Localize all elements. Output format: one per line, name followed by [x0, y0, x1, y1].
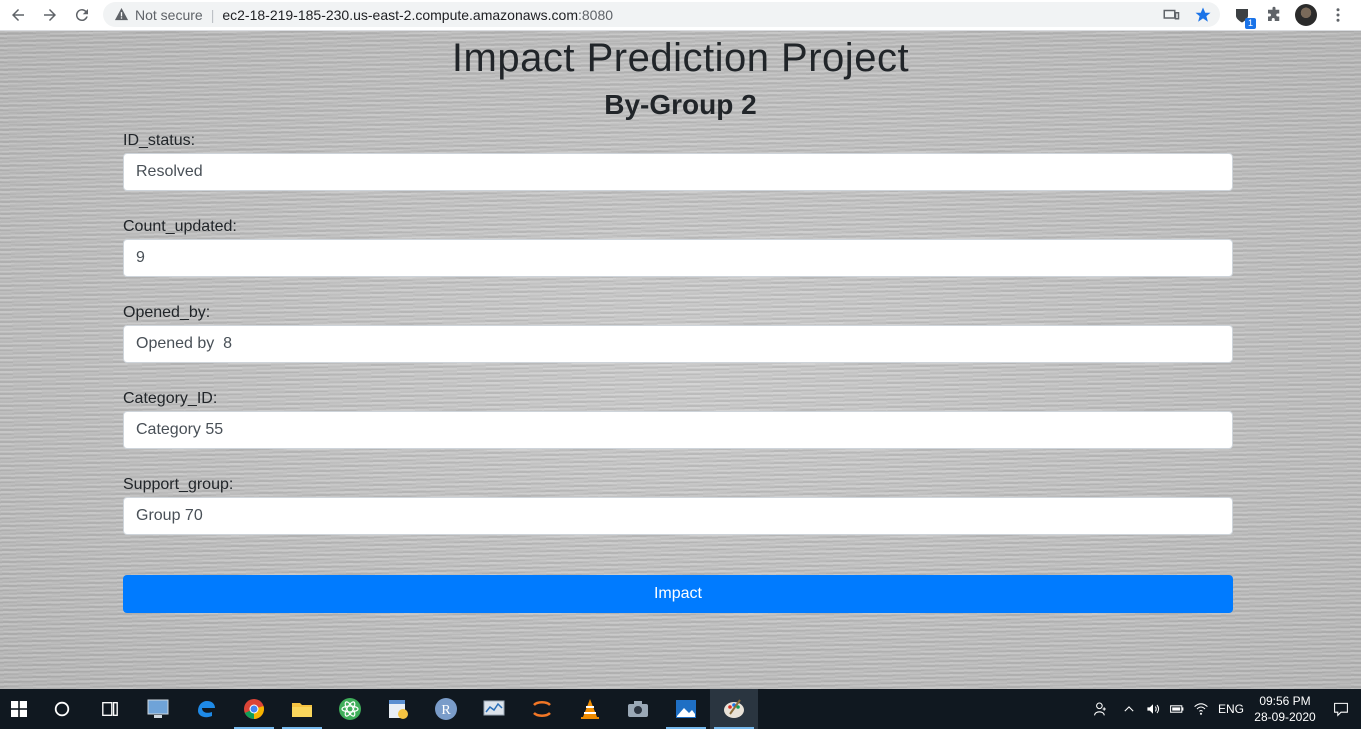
- paint-palette-icon: [724, 699, 744, 718]
- url-host: ec2-18-219-185-230.us-east-2.compute.ama…: [222, 6, 578, 23]
- page-body: Impact Prediction Project By-Group 2 ID_…: [0, 31, 1361, 689]
- start-button[interactable]: [0, 689, 38, 729]
- extension-shield-icon[interactable]: 1: [1230, 3, 1256, 29]
- chrome-browser-icon: [244, 699, 264, 720]
- taskbar-atom[interactable]: [326, 689, 374, 729]
- taskbar-jupyter[interactable]: [518, 689, 566, 729]
- volume-icon[interactable]: [1141, 689, 1165, 729]
- photos-icon: [676, 700, 696, 718]
- support-group-label: Support_group:: [123, 476, 234, 493]
- chevron-up-icon[interactable]: [1117, 689, 1141, 729]
- taskbar: R ENG 09:56 PM 28-09-2020: [0, 689, 1361, 729]
- performance-chart-icon: [483, 700, 505, 716]
- monitor-icon: [147, 699, 169, 718]
- address-bar[interactable]: Not secure | ec2-18-219-185-230.us-east-…: [103, 2, 1220, 27]
- taskbar-paint[interactable]: [710, 689, 758, 729]
- arrow-left-icon: [12, 9, 24, 21]
- taskbar-vlc[interactable]: [566, 689, 614, 729]
- windows-logo-icon: [11, 701, 27, 717]
- back-button[interactable]: [2, 1, 34, 29]
- kebab-menu-icon: [1336, 8, 1340, 22]
- taskbar-chrome[interactable]: [230, 689, 278, 729]
- clock-time: 09:56 PM: [1259, 694, 1311, 708]
- taskbar-performance-monitor[interactable]: [470, 689, 518, 729]
- cast-icon[interactable]: [1162, 6, 1180, 27]
- camera-icon: [628, 701, 648, 717]
- bookmark-star-icon[interactable]: [1194, 6, 1212, 27]
- input-language[interactable]: ENG: [1213, 689, 1249, 729]
- jupyter-icon: [533, 701, 551, 717]
- taskbar-photos[interactable]: [662, 689, 710, 729]
- edge-browser-icon: [198, 701, 215, 718]
- puzzle-extensions-icon[interactable]: [1262, 3, 1286, 27]
- extension-badge: 1: [1245, 18, 1256, 29]
- taskbar-remote-desktop[interactable]: [134, 689, 182, 729]
- opened-by-input[interactable]: [123, 325, 1233, 363]
- taskbar-camera[interactable]: [614, 689, 662, 729]
- forward-button[interactable]: [34, 1, 66, 29]
- battery-icon[interactable]: [1165, 689, 1189, 729]
- python-file-icon: [389, 700, 408, 719]
- id-status-label: ID_status:: [123, 132, 196, 149]
- warning-icon: [113, 7, 129, 23]
- taskbar-python-idle[interactable]: [374, 689, 422, 729]
- browser-menu-button[interactable]: [1326, 3, 1350, 27]
- reload-button[interactable]: [66, 1, 98, 29]
- r-language-icon: R: [435, 698, 457, 720]
- atom-icon: [339, 698, 361, 720]
- id-status-input[interactable]: [123, 153, 1233, 191]
- profile-avatar[interactable]: [1294, 3, 1318, 27]
- category-id-label: Category_ID:: [123, 390, 218, 407]
- category-id-input[interactable]: [123, 411, 1233, 449]
- taskbar-edge[interactable]: [182, 689, 230, 729]
- notification-icon: [1334, 702, 1348, 717]
- reload-icon: [75, 9, 88, 22]
- folder-icon: [292, 703, 312, 717]
- security-label[interactable]: Not secure: [135, 7, 203, 23]
- count-updated-input[interactable]: [123, 239, 1233, 277]
- arrow-right-icon: [44, 9, 56, 21]
- url-port: :8080: [577, 6, 614, 23]
- page-title: Impact Prediction Project: [451, 36, 910, 80]
- taskbar-r[interactable]: R: [422, 689, 470, 729]
- action-center-button[interactable]: [1321, 689, 1361, 729]
- support-group-input[interactable]: [123, 497, 1233, 535]
- cortana-circle-icon: [54, 701, 70, 717]
- count-updated-label: Count_updated:: [123, 218, 237, 235]
- impact-submit-button[interactable]: Impact: [123, 575, 1233, 613]
- svg-text:R: R: [441, 703, 451, 718]
- wifi-icon[interactable]: [1189, 689, 1213, 729]
- task-view-icon: [102, 702, 118, 716]
- people-icon[interactable]: [1085, 689, 1117, 729]
- vlc-cone-icon: [581, 699, 599, 719]
- system-tray: ENG 09:56 PM 28-09-2020: [1085, 689, 1361, 729]
- page-subtitle: By-Group 2: [604, 89, 757, 120]
- omnibox-separator: |: [210, 6, 215, 23]
- task-view-button[interactable]: [86, 689, 134, 729]
- taskbar-file-explorer[interactable]: [278, 689, 326, 729]
- clock-date: 28-09-2020: [1254, 710, 1316, 724]
- cortana-search-button[interactable]: [38, 689, 86, 729]
- browser-toolbar: Not secure | ec2-18-219-185-230.us-east-…: [0, 0, 1361, 31]
- opened-by-label: Opened_by:: [123, 304, 211, 321]
- system-clock[interactable]: 09:56 PM 28-09-2020: [1249, 693, 1321, 725]
- avatar-image: [1295, 4, 1317, 26]
